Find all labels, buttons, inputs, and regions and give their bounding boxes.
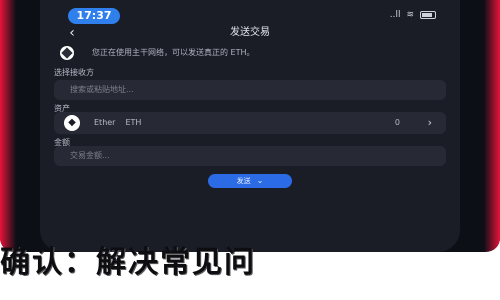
amount-input[interactable]: 交易金额... (54, 146, 446, 166)
edge-glow-right (484, 0, 500, 252)
asset-balance: 0 (394, 118, 400, 127)
chevron-down-icon: ⌄ (256, 176, 264, 185)
recipient-label: 选择接收方 (54, 68, 94, 77)
app-screen: 17:37 ..ll ≋ ‹ 发送交易 您正在使用主干网络，可以发送真正的 ET… (40, 0, 460, 252)
phone-frame: 17:37 ..ll ≋ ‹ 发送交易 您正在使用主干网络，可以发送真正的 ET… (0, 0, 500, 252)
nav-bar: ‹ 发送交易 (40, 22, 460, 44)
diamond-icon (60, 46, 74, 60)
page-title: 发送交易 (230, 27, 270, 38)
signal-icon: ..ll (389, 10, 401, 20)
notice-text: 您正在使用主干网络，可以发送真正的 ETH。 (92, 48, 255, 57)
chevron-right-icon: › (427, 116, 432, 129)
send-button-label: 发送 (236, 177, 251, 185)
status-icons: ..ll ≋ (390, 10, 436, 20)
recipient-input[interactable]: 搜索或粘贴地址... (54, 80, 446, 100)
asset-name: Ether (94, 118, 116, 127)
ethereum-icon: ◆ (64, 115, 80, 131)
battery-icon (420, 11, 436, 19)
edge-glow-left (0, 0, 16, 252)
asset-select[interactable]: ◆ Ether ETH 0 › (54, 112, 446, 134)
asset-symbol: ETH (125, 118, 142, 127)
wifi-icon: ≋ (406, 10, 414, 20)
network-notice: 您正在使用主干网络，可以发送真正的 ETH。 (60, 44, 450, 62)
send-button[interactable]: 发送 ⌄ (208, 174, 292, 188)
caption-text: 确认：解决常见问 (0, 246, 256, 280)
